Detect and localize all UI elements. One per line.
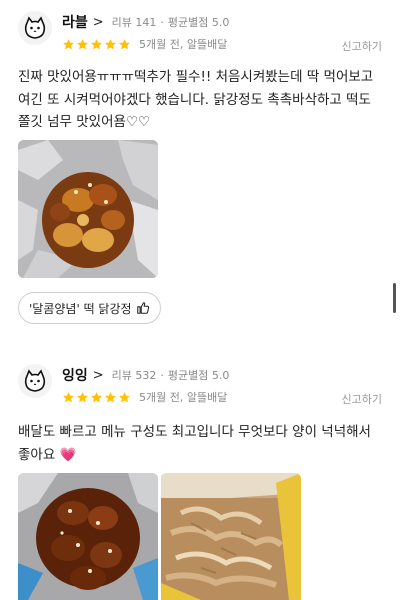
review-photo[interactable] — [161, 473, 301, 600]
star-icon — [76, 391, 89, 404]
star-icon — [62, 38, 75, 51]
report-button[interactable]: 신고하기 — [342, 38, 382, 54]
reviewer-meta: 리뷰 141 · 평균별점 5.0 — [112, 14, 230, 30]
review-date: 5개월 전, 알뜰배달 — [139, 38, 228, 51]
cat-avatar-icon — [18, 11, 52, 45]
star-icon — [76, 38, 89, 51]
menu-tag[interactable]: '달콤양념' 떡 닭강정 — [18, 292, 161, 324]
review-divider — [0, 340, 400, 348]
star-icon — [90, 391, 103, 404]
reviewer-meta: 리뷰 532 · 평균별점 5.0 — [112, 367, 230, 383]
avatar[interactable] — [18, 364, 52, 398]
average-rating: 평균별점 5.0 — [167, 369, 230, 382]
average-rating: 평균별점 5.0 — [167, 16, 230, 29]
chevron-right-icon[interactable]: > — [93, 368, 104, 383]
star-icon — [62, 391, 75, 404]
star-rating — [62, 391, 132, 404]
scrollbar[interactable] — [393, 283, 396, 313]
review-count: 리뷰 141 — [111, 16, 157, 29]
star-rating — [62, 38, 132, 51]
rating-row: 5개월 전, 알뜰배달 — [62, 37, 227, 51]
menu-tag-label: '달콤양념' 떡 닭강정 — [29, 301, 132, 316]
review-photo[interactable] — [18, 473, 158, 600]
review-count: 리뷰 532 — [111, 369, 157, 382]
star-icon — [118, 38, 131, 51]
review-text: 배달도 빠르고 메뉴 구성도 최고입니다 무엇보다 양이 넉넉해서 좋아요 💗 — [18, 424, 371, 463]
avatar[interactable] — [18, 11, 52, 45]
meta-separator: · — [160, 369, 164, 382]
star-icon — [118, 391, 131, 404]
review-photo[interactable] — [18, 140, 158, 278]
chicken-box-photo — [18, 473, 158, 600]
thumbs-up-icon — [136, 302, 149, 314]
cat-avatar-icon — [18, 364, 52, 398]
name-row: 라블 > 리뷰 141 · 평균별점 5.0 — [62, 12, 230, 32]
chevron-right-icon[interactable]: > — [93, 15, 104, 30]
star-icon — [104, 38, 117, 51]
bonito-flakes-photo — [161, 473, 301, 600]
star-icon — [104, 391, 117, 404]
reviewer-nickname[interactable]: 잉잉 — [62, 365, 88, 385]
name-row: 잉잉 > 리뷰 532 · 평균별점 5.0 — [62, 365, 230, 385]
reviewer-nickname[interactable]: 라블 — [62, 12, 88, 32]
chicken-foil-photo — [18, 140, 158, 278]
star-icon — [90, 38, 103, 51]
review-header: 라블 > 리뷰 141 · 평균별점 5.0 5개월 전, 알뜰배달 신고하기 — [18, 11, 382, 54]
rating-row: 5개월 전, 알뜰배달 — [62, 390, 227, 404]
review-header: 잉잉 > 리뷰 532 · 평균별점 5.0 5개월 전, 알뜰배달 신고하기 — [18, 364, 382, 407]
review-date: 5개월 전, 알뜰배달 — [139, 391, 228, 404]
report-button[interactable]: 신고하기 — [342, 391, 382, 407]
meta-separator: · — [160, 16, 164, 29]
review-text: 진짜 맛있어용ㅠㅠㅠ떡추가 필수!! 처음시켜봤는데 딱 먹어보고 여긴 또 시… — [18, 69, 374, 130]
